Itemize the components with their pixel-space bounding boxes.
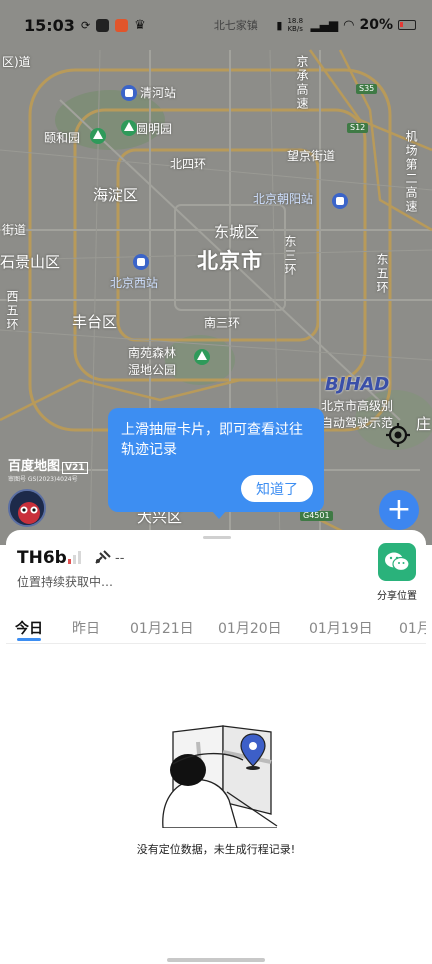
share-label: 分享位置 xyxy=(377,591,417,602)
tab-date[interactable]: 01月21日 xyxy=(130,618,194,638)
signal-strength-icon xyxy=(68,551,81,564)
station-pin-icon xyxy=(133,254,149,270)
map-label: 北京市高级别 xyxy=(321,399,394,413)
map-label: 机场第二高速 xyxy=(404,130,418,214)
wechat-icon xyxy=(378,543,416,581)
tab-today[interactable]: 今日 xyxy=(15,618,43,638)
map-label: 石景山区 xyxy=(0,253,61,271)
map-label: 丰台区 xyxy=(72,313,118,331)
map-label: 北京市 xyxy=(197,249,263,273)
app-notification-icon xyxy=(115,18,129,32)
bottom-sheet[interactable]: TH6b -- 位置持续获取中… 分享位置 今日 昨日 01月21日 01月20… xyxy=(6,530,426,964)
map-label: 北四环 xyxy=(170,157,207,171)
gesture-bar[interactable] xyxy=(167,958,265,962)
station-pin-icon xyxy=(121,85,137,101)
wifi-icon: ◠ xyxy=(343,17,355,33)
station-pin-icon xyxy=(332,193,348,209)
device-name: TH6b xyxy=(17,548,67,568)
map-label: 海淀区 xyxy=(93,186,139,204)
map-label: 北京朝阳站 xyxy=(253,192,314,206)
share-location-button[interactable]: 分享位置 xyxy=(375,543,419,602)
tab-yesterday[interactable]: 昨日 xyxy=(72,618,100,638)
map-logo-text: 百度地图 xyxy=(8,459,61,474)
avatar[interactable] xyxy=(8,489,46,527)
status-time: 15:03 xyxy=(24,15,75,35)
map-label: 清河站 xyxy=(140,86,177,100)
crosshair-icon xyxy=(386,423,410,447)
carrier-text: 北七家镇 xyxy=(213,19,258,32)
map-label: 西五环 xyxy=(5,290,19,332)
map-label: 圆明园 xyxy=(136,122,173,136)
map-copyright: 审图号 GS(2023)4024号 xyxy=(8,476,78,483)
mail-icon xyxy=(96,18,110,32)
map-label: 庄 xyxy=(416,415,432,433)
sheet-drag-handle[interactable] xyxy=(203,536,231,539)
add-button[interactable]: + xyxy=(379,490,419,530)
status-bar: 15:03 ⟳ ♛ 北七家镇 ▮ 18.8 KB/s ▂▄▆ ◠ 20% xyxy=(0,0,432,50)
map-label: 大兴区 xyxy=(137,508,183,526)
park-pin-icon xyxy=(121,120,137,136)
network-speed: 18.8 KB/s xyxy=(287,17,304,33)
location-status-text: 位置持续获取中… xyxy=(17,575,114,589)
map-label: 湿地公园 xyxy=(128,363,177,377)
bjhad-watermark: BJHAD xyxy=(325,374,390,395)
map-label: 东三环 xyxy=(283,235,297,277)
map-label: 望京街道 xyxy=(287,149,336,163)
locate-button[interactable] xyxy=(381,418,415,452)
tab-date[interactable]: 01月20日 xyxy=(218,618,282,638)
map-label: 颐和园 xyxy=(44,131,81,145)
tooltip-ok-button[interactable]: 知道了 xyxy=(241,475,313,502)
map-label: 南三环 xyxy=(204,316,241,330)
sync-icon: ⟳ xyxy=(80,18,91,32)
map-label: 东城区 xyxy=(214,223,260,241)
crown-icon: ♛ xyxy=(134,17,146,33)
battery-percent: 20% xyxy=(359,17,393,33)
map-label: 南苑森林 xyxy=(128,346,177,360)
map-label: 东五环 xyxy=(375,253,389,295)
tooltip-text: 上滑抽屉卡片，即可查看过往轨迹记录 xyxy=(121,422,303,458)
empty-state-text: 没有定位数据，未生成行程记录! xyxy=(136,843,296,856)
active-tab-indicator xyxy=(17,638,41,641)
map-label: 街道 xyxy=(2,223,27,237)
map-label: 北京西站 xyxy=(110,276,159,290)
road-shield: S12 xyxy=(347,123,369,133)
park-pin-icon xyxy=(90,128,106,144)
map-label: 京承高速 xyxy=(295,55,309,111)
date-tabs: 今日 昨日 01月21日 01月20日 01月19日 01月 xyxy=(6,614,426,644)
park-pin-icon xyxy=(194,349,210,365)
plus-icon: + xyxy=(386,492,412,527)
signal-bars-icon: ▂▄▆ xyxy=(310,18,339,32)
gps-value: -- xyxy=(115,551,125,566)
road-shield: G4501 xyxy=(300,511,333,521)
vibrate-icon: ▮ xyxy=(276,18,283,32)
guide-tooltip: 上滑抽屉卡片，即可查看过往轨迹记录 知道了 xyxy=(108,408,324,519)
map-logo: 百度地图 V21 xyxy=(8,455,88,474)
tab-date[interactable]: 01月19日 xyxy=(309,618,373,638)
tab-date[interactable]: 01月 xyxy=(399,618,426,638)
map-label: 区)道 xyxy=(2,55,31,69)
battery-icon xyxy=(398,20,416,30)
road-shield: S35 xyxy=(356,84,378,94)
empty-state-illustration-icon xyxy=(162,725,278,828)
gps-satellite-icon xyxy=(95,550,111,564)
map-logo-badge: V21 xyxy=(62,462,88,474)
